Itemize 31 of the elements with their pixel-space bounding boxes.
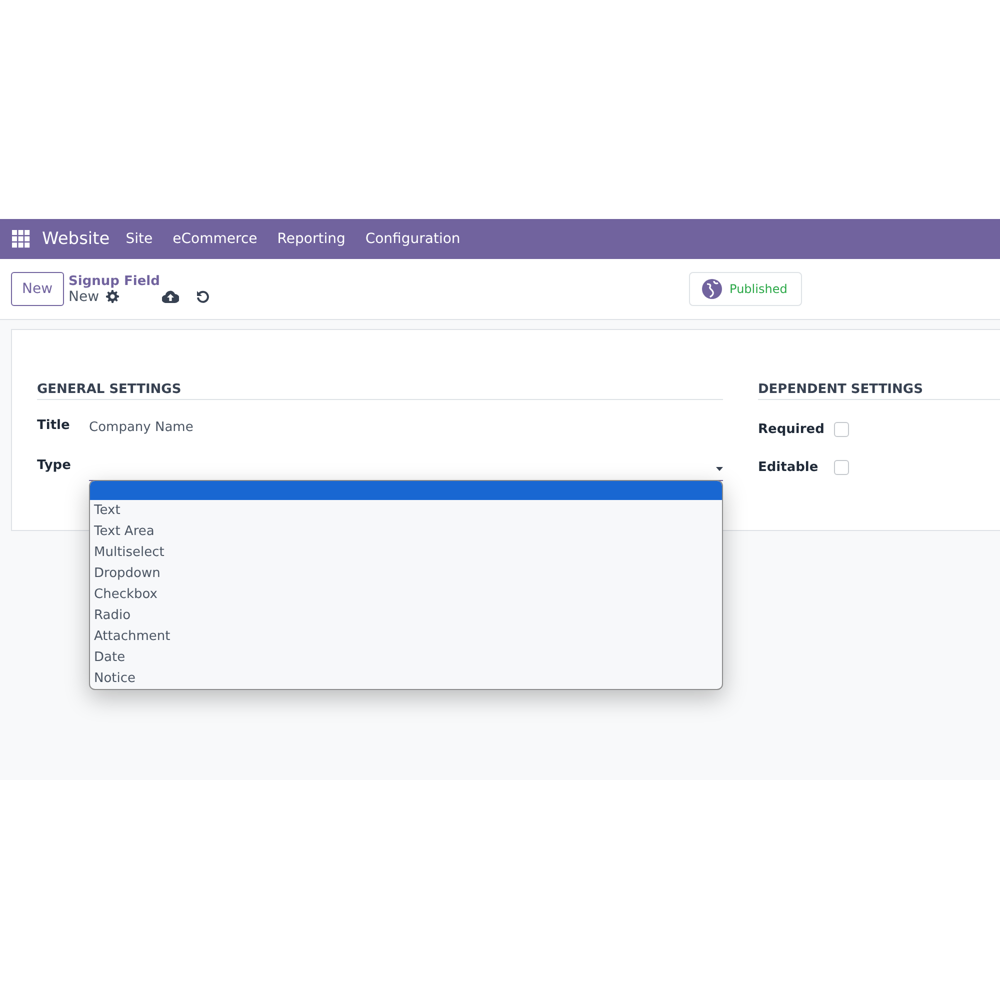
new-button[interactable]: New — [11, 272, 64, 306]
dropdown-option[interactable]: Text Area — [90, 521, 722, 542]
undo-icon[interactable] — [196, 290, 210, 304]
gear-icon[interactable] — [106, 290, 120, 303]
record-name: New — [68, 288, 100, 304]
checkbox[interactable] — [834, 422, 849, 436]
cloud-upload-icon[interactable] — [162, 290, 180, 303]
caret-icon — [716, 467, 723, 471]
dropdown-option[interactable]: Notice — [90, 668, 722, 689]
breadcrumb-link[interactable]: Signup Field — [68, 274, 219, 288]
field-label: Required — [758, 422, 826, 436]
dropdown-option[interactable]: Date — [90, 647, 722, 668]
dropdown-option[interactable]: Checkbox — [90, 584, 722, 605]
field-label: Title — [37, 418, 71, 433]
title-field[interactable]: Company Name — [89, 418, 194, 435]
dropdown-option[interactable]: Radio — [90, 605, 722, 626]
dropdown-option[interactable]: Text — [90, 500, 722, 521]
section-heading: GENERAL SETTINGS — [37, 382, 723, 400]
menu-item[interactable]: Configuration — [365, 231, 460, 247]
menu-item[interactable]: Site — [126, 231, 153, 247]
dropdown-option[interactable]: Attachment — [90, 626, 722, 647]
checkbox[interactable] — [834, 460, 849, 474]
field-label: Editable — [758, 460, 820, 474]
app-name[interactable]: Website — [42, 229, 110, 249]
dropdown-option[interactable]: Dropdown — [90, 563, 722, 584]
section-heading: DEPENDENT SETTINGS — [758, 382, 1000, 400]
field-label: Type — [37, 458, 72, 473]
app-grid-icon[interactable] — [12, 230, 30, 248]
menu-item[interactable]: eCommerce — [172, 231, 258, 247]
dropdown-option[interactable]: Multiselect — [90, 542, 722, 563]
menu-item[interactable]: Reporting — [277, 231, 346, 247]
